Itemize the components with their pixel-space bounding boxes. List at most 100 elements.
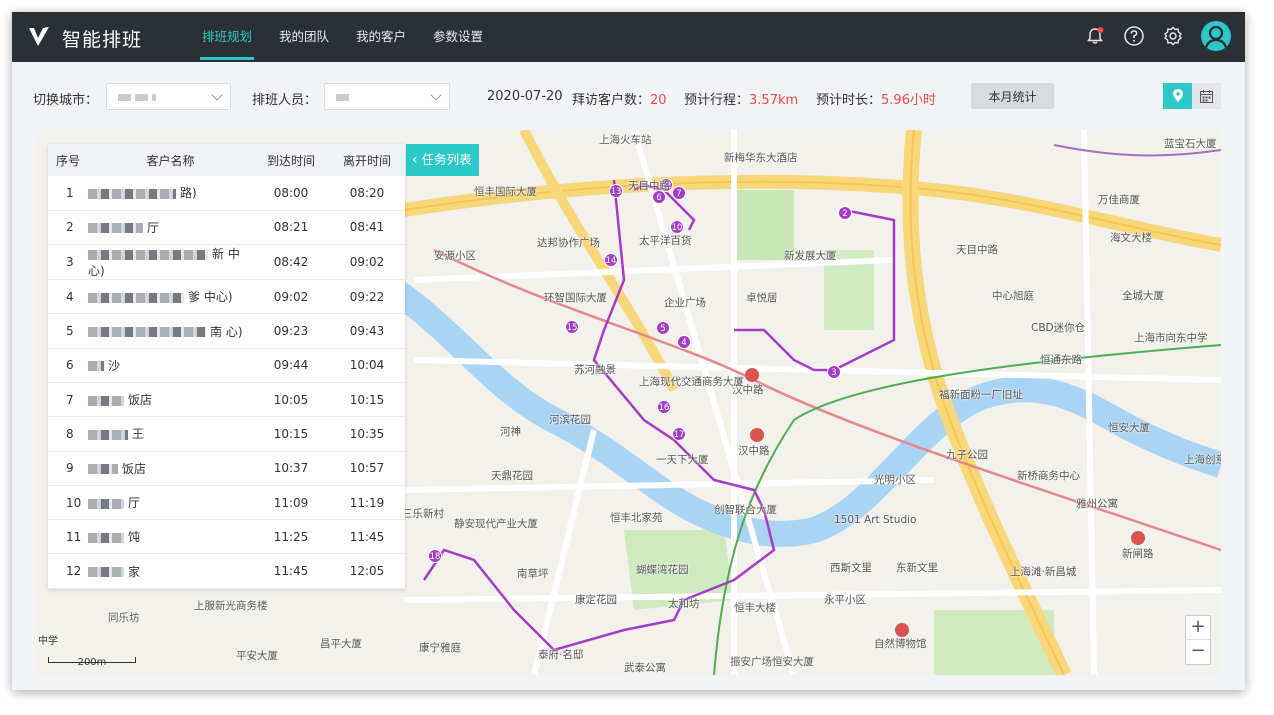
- map-label: 天鼎花园: [491, 470, 533, 482]
- gear-icon[interactable]: [1162, 25, 1184, 47]
- top-navbar: 智能排班 排班规划 我的团队 我的客户 参数设置: [12, 12, 1245, 62]
- redacted-text: [88, 292, 184, 303]
- help-icon[interactable]: [1123, 25, 1145, 47]
- route-marker[interactable]: 4: [677, 335, 691, 349]
- row-customer-name: 家: [88, 553, 253, 589]
- row-customer-name: 南 心): [88, 313, 253, 349]
- redacted-text: [88, 532, 124, 543]
- route-marker[interactable]: 13: [609, 184, 623, 198]
- row-arrive-time: 11:45: [253, 553, 329, 589]
- zoom-out-button[interactable]: −: [1186, 640, 1210, 664]
- table-row[interactable]: 4 爹 中心) 09:02 09:22: [48, 279, 405, 315]
- row-no: 9: [48, 451, 88, 486]
- redacted-text: [88, 249, 208, 260]
- map-label: 上海滩·新昌城: [1010, 566, 1077, 578]
- bell-icon[interactable]: [1084, 25, 1106, 47]
- row-arrive-time: 08:21: [253, 210, 329, 246]
- map-label: 新发展大厦: [784, 250, 837, 262]
- map-label: 新桥商务中心: [1017, 470, 1080, 482]
- route-marker[interactable]: 2: [838, 206, 852, 220]
- map-label: 卓悦居: [746, 292, 778, 304]
- route-marker[interactable]: 3: [827, 365, 841, 379]
- row-leave-time: 09:22: [329, 279, 405, 315]
- city-label: 切换城市：: [33, 93, 99, 108]
- zoom-in-button[interactable]: +: [1186, 616, 1210, 640]
- map-label: 昌平大厦: [320, 638, 362, 650]
- nav-settings[interactable]: 参数设置: [433, 12, 483, 62]
- route-marker[interactable]: 17: [672, 427, 686, 441]
- route-marker[interactable]: 5: [656, 321, 670, 335]
- chevron-down-icon: [430, 89, 442, 101]
- table-row[interactable]: 8 王 10:15 10:35: [48, 416, 405, 452]
- map-view-button[interactable]: [1163, 83, 1192, 109]
- redacted-text: [88, 395, 124, 406]
- monthly-stats-button[interactable]: 本月统计: [971, 83, 1054, 109]
- chevron-down-icon: [211, 89, 223, 101]
- table-row[interactable]: 5 南 心) 09:23 09:43: [48, 313, 405, 349]
- map-label: 海文大楼: [1110, 232, 1152, 244]
- main-nav: 排班规划 我的团队 我的客户 参数设置: [199, 12, 510, 62]
- row-no: 4: [48, 279, 88, 315]
- col-leave-time: 离开时间: [329, 144, 405, 176]
- map-label: 福新面粉一厂旧址: [939, 389, 1023, 401]
- city-select-value: [118, 94, 156, 101]
- col-arrive-time: 到达时间: [253, 144, 329, 176]
- table-row[interactable]: 3新 中心) 08:42 09:02: [48, 244, 405, 281]
- map-label: 康定花园: [575, 594, 617, 606]
- table-row[interactable]: 11 饨 11:25 11:45: [48, 519, 405, 555]
- route-marker[interactable]: 10: [670, 220, 684, 234]
- staff-select[interactable]: [324, 83, 450, 110]
- map-label: 上服新光商务楼: [194, 600, 268, 612]
- nav-my-customers[interactable]: 我的客户: [356, 12, 406, 62]
- top-icons: [1067, 21, 1231, 51]
- calendar-view-button[interactable]: [1192, 83, 1221, 109]
- route-marker[interactable]: 16: [657, 400, 671, 414]
- table-row[interactable]: 9 饭店 10:37 10:57: [48, 451, 405, 486]
- route-marker[interactable]: 15: [565, 320, 579, 334]
- avatar[interactable]: [1201, 21, 1231, 51]
- table-row[interactable]: 2 厅 08:21 08:41: [48, 210, 405, 246]
- map-label: 同乐坊: [108, 612, 140, 624]
- chevron-left-icon: ‹: [412, 152, 418, 168]
- map-label: 九子公园: [946, 449, 988, 461]
- map-label: 上海现代交通商务大厦: [639, 376, 744, 388]
- map-label: 天目中路: [956, 244, 998, 256]
- duration-stat: 预计时长：5.96小时: [816, 89, 936, 108]
- table-row[interactable]: 1 路) 08:00 08:20: [48, 176, 405, 211]
- row-customer-name: 饨: [88, 519, 253, 555]
- row-customer-name-text: 南 心): [210, 324, 243, 339]
- row-customer-name: 爹 中心): [88, 279, 253, 315]
- route-marker[interactable]: 14: [604, 253, 618, 267]
- row-leave-time: 12:05: [329, 553, 405, 589]
- map-label: 武泰公寓: [624, 662, 666, 674]
- map-label: 东新文里: [896, 562, 938, 574]
- map-label: 一天下大厦: [656, 454, 709, 466]
- redacted-text: [88, 498, 124, 509]
- task-list-toggle[interactable]: ‹ 任务列表: [406, 144, 479, 176]
- redacted-text: [88, 188, 176, 199]
- row-arrive-time: 09:02: [253, 279, 329, 315]
- table-row[interactable]: 10 厅 11:09 11:19: [48, 485, 405, 521]
- table-row[interactable]: 6 沙 09:44 10:04: [48, 348, 405, 383]
- redacted-text: [88, 327, 206, 338]
- map-label: 安源小区: [434, 250, 476, 262]
- row-arrive-time: 11:09: [253, 485, 329, 521]
- row-no: 12: [48, 553, 88, 589]
- map-label: 太平洋百货: [639, 235, 692, 247]
- map-label: 中学: [38, 636, 58, 647]
- route-map[interactable]: 2 3 4 5 6 7 10 12 13 14 15 16 17 18 上海火车…: [34, 130, 1221, 675]
- row-leave-time: 10:35: [329, 416, 405, 452]
- route-marker[interactable]: 7: [672, 186, 686, 200]
- row-customer-name: 饭店: [88, 382, 253, 418]
- redacted-text: [88, 464, 118, 475]
- city-select[interactable]: [106, 83, 231, 110]
- nav-my-team[interactable]: 我的团队: [279, 12, 329, 62]
- row-no: 2: [48, 210, 88, 246]
- route-marker[interactable]: 18: [428, 549, 442, 563]
- map-label: 企业广场: [664, 297, 706, 309]
- table-row[interactable]: 12 家 11:45 12:05: [48, 553, 405, 589]
- map-label: 恒通东路: [1040, 354, 1082, 366]
- app-window: 智能排班 排班规划 我的团队 我的客户 参数设置 切换城市： 排班人员： 202…: [12, 12, 1245, 690]
- nav-schedule-planning[interactable]: 排班规划: [199, 12, 255, 62]
- table-row[interactable]: 7 饭店 10:05 10:15: [48, 382, 405, 418]
